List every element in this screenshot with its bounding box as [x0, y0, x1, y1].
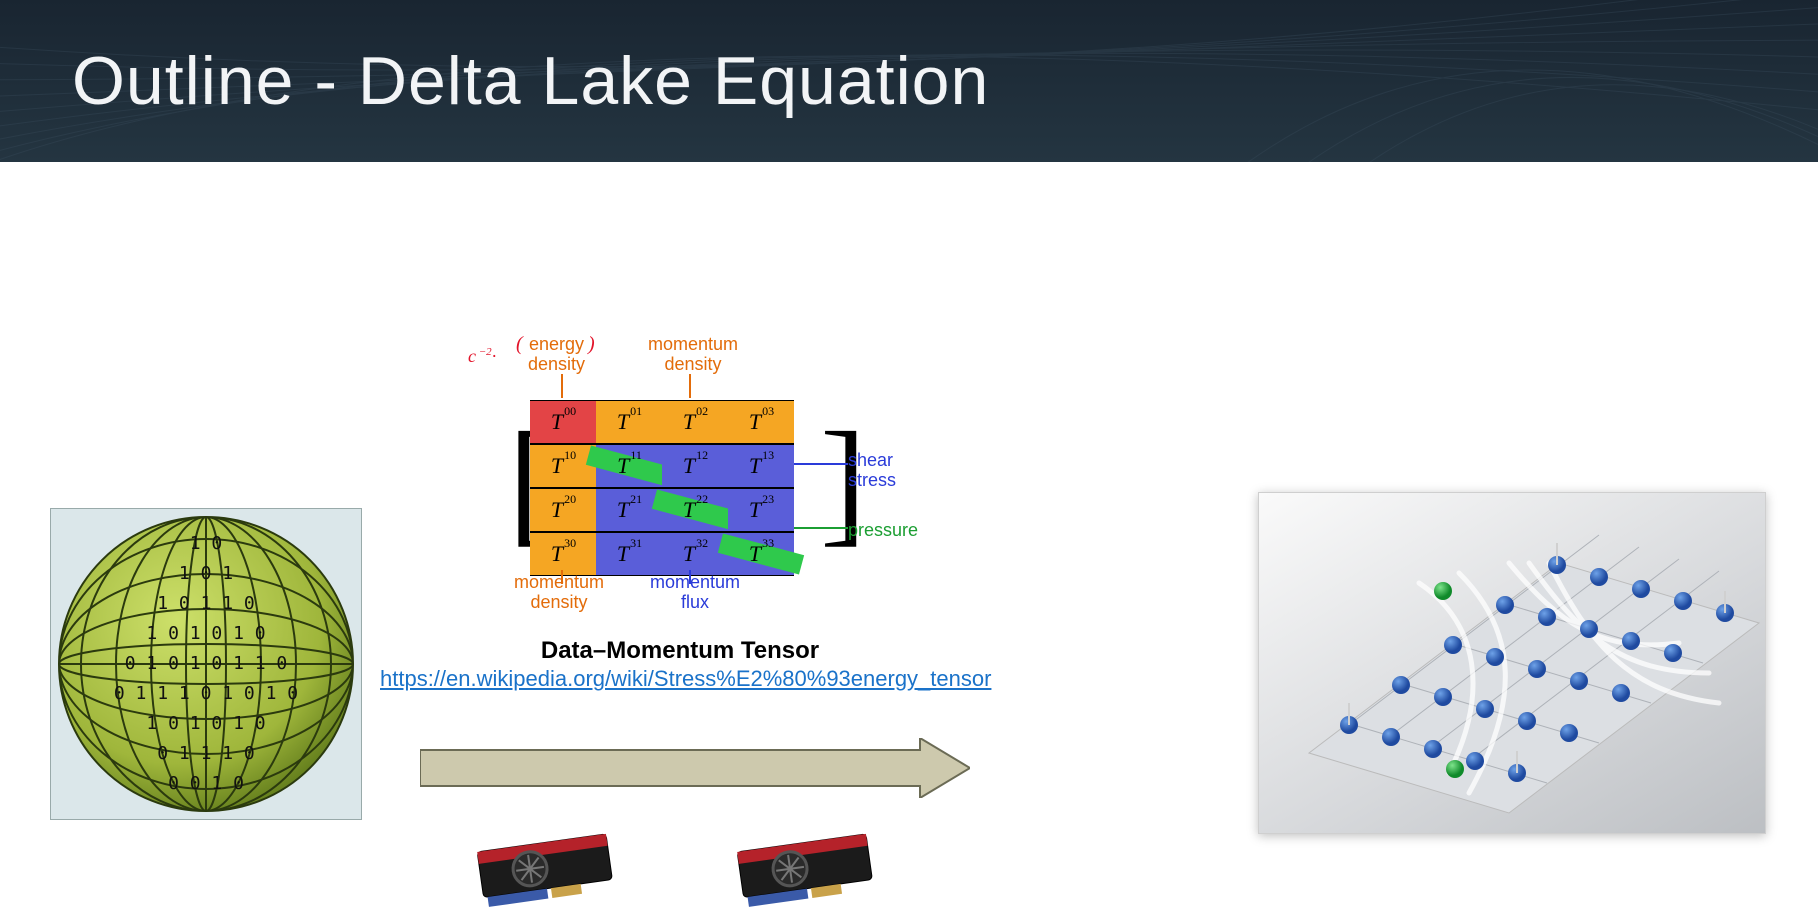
label-energy-density-top: energy [529, 334, 584, 354]
flow-arrow-icon [420, 738, 970, 798]
label-momentum-flux-bottom: flux [681, 592, 709, 612]
tensor-cell-21: T21 [596, 488, 662, 532]
label-shear-top: shear [848, 450, 893, 470]
svg-text:0 0 1 0: 0 0 1 0 [168, 773, 244, 794]
svg-text:1 0 1: 1 0 1 [179, 563, 233, 584]
svg-text:1 0 1 1 0: 1 0 1 1 0 [157, 593, 255, 614]
slide: Outline - Delta Lake Equation [0, 0, 1818, 920]
tensor-cell-11: T11 [596, 444, 662, 488]
tensor-cell-12: T12 [662, 444, 728, 488]
svg-text:0 1 0 1 0 1 1 0: 0 1 0 1 0 1 1 0 [125, 653, 288, 674]
label-pressure: pressure [848, 520, 918, 540]
label-momentum-density-t-top: momentum [648, 334, 738, 354]
slide-body: 1 0 1 0 1 1 0 1 1 0 1 0 1 0 1 0 0 1 0 1 … [0, 162, 1818, 920]
prefactor-c: c −2· [468, 346, 496, 366]
tensor-cell-22: T22 [662, 488, 728, 532]
tensor-cell-20: T20 [530, 488, 596, 532]
svg-text:1 0 1 0 1 0: 1 0 1 0 1 0 [146, 623, 265, 644]
label-momentum-density-b-bottom: density [530, 592, 587, 612]
tensor-cell-13: T13 [728, 444, 794, 488]
lattice-flow-image [1258, 492, 1766, 834]
label-shear-bottom: stress [848, 470, 896, 490]
tensor-cell-33: T33 [728, 532, 794, 576]
tensor-matrix: T00 T01 T02 T03 T10 T11 T12 T13 T20 T21 … [530, 400, 820, 576]
svg-text:1 0 1 0 1 0: 1 0 1 0 1 0 [146, 713, 265, 734]
leader-lines-right [794, 444, 854, 544]
label-momentum-density-t-bottom: density [664, 354, 721, 374]
tensor-cell-02: T02 [662, 400, 728, 444]
tensor-cell-30: T30 [530, 532, 596, 576]
tensor-cell-10: T10 [530, 444, 596, 488]
tensor-source-link[interactable]: https://en.wikipedia.org/wiki/Stress%E2%… [380, 665, 980, 693]
gpu-card-icon [470, 822, 630, 912]
svg-text:0 1 1 1 0 1 0 1 0: 0 1 1 1 0 1 0 1 0 [114, 683, 298, 704]
label-energy-density-bottom: density [528, 354, 585, 374]
tensor-cell-31: T31 [596, 532, 662, 576]
tensor-cell-23: T23 [728, 488, 794, 532]
tensor-cell-00: T00 [530, 400, 596, 444]
tensor-cell-32: T32 [662, 532, 728, 576]
svg-text:1 0: 1 0 [190, 533, 223, 554]
tensor-caption-title: Data–Momentum Tensor [380, 637, 980, 665]
tensor-cell-01: T01 [596, 400, 662, 444]
tensor-cell-03: T03 [728, 400, 794, 444]
gpu-card-icon [730, 822, 890, 912]
slide-title: Outline - Delta Lake Equation [0, 0, 1818, 120]
header-band: Outline - Delta Lake Equation [0, 0, 1818, 162]
svg-text:0 1 1 1 0: 0 1 1 1 0 [157, 743, 255, 764]
label-momentum-density-b-top: momentum [514, 572, 604, 592]
tensor-caption: Data–Momentum Tensor https://en.wikipedi… [380, 637, 980, 693]
label-momentum-flux-top: momentum [650, 572, 740, 592]
binary-sphere-image: 1 0 1 0 1 1 0 1 1 0 1 0 1 0 1 0 0 1 0 1 … [50, 508, 362, 820]
